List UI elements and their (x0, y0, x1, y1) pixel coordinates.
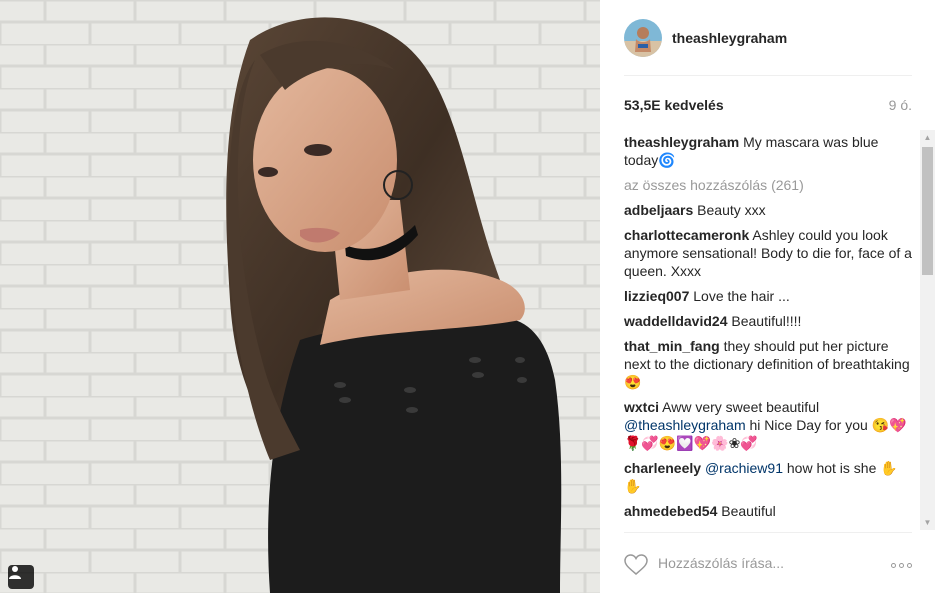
scroll-up-icon[interactable]: ▲ (920, 130, 935, 145)
scrollbar-thumb[interactable] (922, 147, 933, 275)
avatar[interactable] (624, 18, 662, 57)
comment-mention-link[interactable]: @rachiew91 (705, 460, 783, 476)
comment-row: lizzieq007 Love the hair ... (624, 287, 914, 305)
comment-row: charlottecameronk Ashley could you look … (624, 226, 914, 280)
header-username[interactable]: theashleygraham (672, 30, 787, 46)
comment-text: Beautiful!!!! (731, 313, 802, 329)
comment-row: ahmedebed54 Beautiful (624, 502, 914, 520)
comment-username[interactable]: ahmedebed54 (624, 503, 717, 519)
comment-mention-link[interactable]: @theashleygraham (624, 417, 746, 433)
post-age[interactable]: 9 ó. (889, 97, 912, 113)
more-dot (907, 563, 912, 568)
comment-username[interactable]: charleneely (624, 460, 701, 476)
person-tag-button[interactable] (8, 565, 34, 589)
comments-list[interactable]: theashleygraham My mascara was blue toda… (624, 133, 914, 529)
more-options-icon[interactable] (891, 563, 912, 568)
comment-username[interactable]: that_min_fang (624, 338, 720, 354)
comment-row: wxtci Aww very sweet beautiful @theashle… (624, 398, 914, 452)
comment-username[interactable]: lizzieq007 (624, 288, 689, 304)
scroll-down-icon[interactable]: ▼ (920, 515, 935, 530)
likes-count[interactable]: 53,5E kedvelés (624, 97, 724, 113)
comment-text: Beauty xxx (697, 202, 766, 218)
person-tag-icon (9, 566, 21, 579)
comment-rows: adbeljaars Beauty xxx charlottecameronk A… (624, 201, 914, 520)
comment-username[interactable]: waddelldavid24 (624, 313, 727, 329)
comment-text: Aww very sweet beautiful (662, 399, 820, 415)
photo-illustration (0, 0, 600, 593)
comment-row: waddelldavid24 Beautiful!!!! (624, 312, 914, 330)
comment-input[interactable]: Hozzászólás írása... (658, 555, 784, 571)
comment-username[interactable]: adbeljaars (624, 202, 693, 218)
comment-username[interactable]: wxtci (624, 399, 659, 415)
comment-text: Beautiful (721, 503, 776, 519)
caption: theashleygraham My mascara was blue toda… (624, 133, 914, 169)
heart-outline-icon[interactable] (624, 554, 648, 576)
post-sidebar: theashleygraham 53,5E kedvelés 9 ó. thea… (600, 0, 935, 593)
comment-row: that_min_fang they should put her pictur… (624, 337, 914, 391)
face-shape (253, 68, 397, 252)
post-stats: 53,5E kedvelés 9 ó. (624, 96, 912, 116)
comments-scrollbar[interactable]: ▲ ▼ (920, 130, 935, 530)
comment-row: charleneely @rachiew91 how hot is she ✋✋ (624, 459, 914, 495)
caption-username[interactable]: theashleygraham (624, 134, 739, 150)
avatar-image (624, 18, 662, 57)
more-dot (891, 563, 896, 568)
post-header: theashleygraham (624, 0, 912, 76)
more-dot (899, 563, 904, 568)
comment-username[interactable]: charlottecameronk (624, 227, 749, 243)
comment-text: Love the hair ... (693, 288, 790, 304)
post-photo[interactable] (0, 0, 600, 593)
view-all-comments-link[interactable]: az összes hozzászólás (261) (624, 176, 914, 194)
comment-row: adbeljaars Beauty xxx (624, 201, 914, 219)
post-footer: Hozzászólás írása... (624, 532, 912, 593)
caption-emoji: 🌀 (658, 152, 676, 168)
